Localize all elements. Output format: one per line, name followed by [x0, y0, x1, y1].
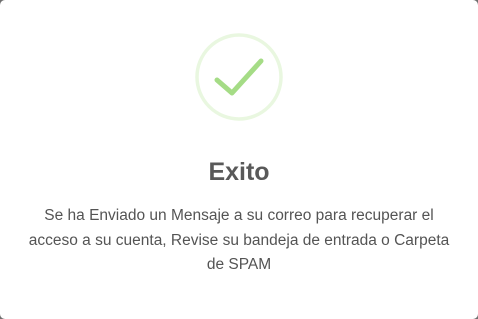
success-check-icon — [195, 33, 283, 121]
dialog-title: Exito — [208, 158, 270, 186]
dialog-message: Se ha Enviado un Mensaje a su correo par… — [28, 207, 450, 273]
success-dialog: Exito Se ha Enviado un Mensaje a su corr… — [0, 0, 478, 319]
